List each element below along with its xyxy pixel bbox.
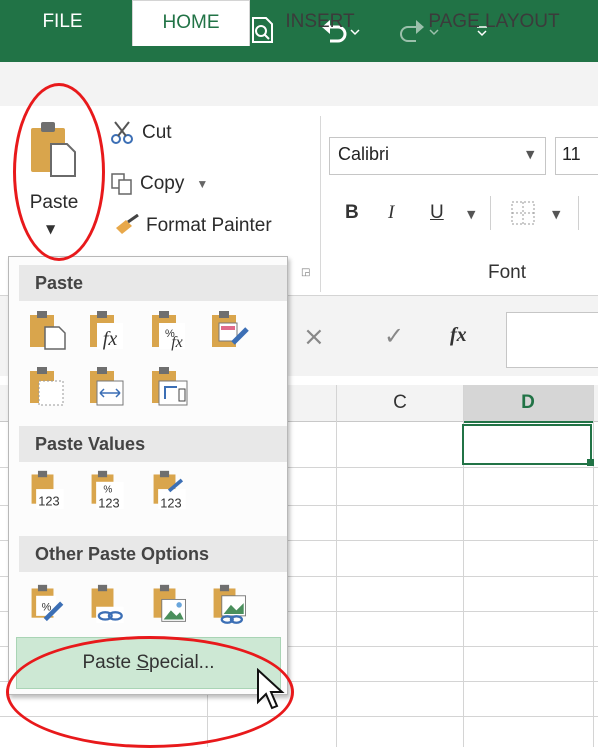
paste-formatting-icon[interactable]: % bbox=[27, 583, 69, 625]
tab-insert[interactable]: INSERT bbox=[270, 0, 370, 44]
copy-icon bbox=[111, 173, 132, 195]
bold-button[interactable]: B bbox=[345, 202, 359, 224]
paste-no-borders-icon[interactable] bbox=[27, 365, 69, 407]
font-family-value: Calibri bbox=[338, 144, 390, 164]
format-painter-button[interactable]: Format Painter bbox=[114, 214, 272, 238]
active-cell[interactable] bbox=[462, 424, 592, 465]
annotation-circle-paste bbox=[13, 83, 105, 261]
enter-icon[interactable]: ✓ bbox=[384, 322, 404, 350]
toolbar-divider bbox=[490, 196, 491, 230]
borders-icon[interactable] bbox=[510, 200, 536, 230]
cut-button[interactable]: Cut bbox=[110, 120, 172, 146]
italic-button[interactable]: I bbox=[388, 202, 394, 224]
menu-section-other-paste-options: Other Paste Options bbox=[19, 536, 287, 572]
paste-options-menu: Paste fx % fx Paste Values 123 % 123 123 O… bbox=[8, 256, 288, 695]
svg-text:123: 123 bbox=[160, 495, 181, 510]
font-size-value: 11 bbox=[562, 144, 581, 164]
chevron-down-icon[interactable]: ▼ bbox=[526, 148, 534, 161]
formula-input[interactable] bbox=[506, 312, 598, 368]
font-family-select[interactable]: Calibri ▼ bbox=[329, 137, 546, 175]
svg-text:fx: fx bbox=[103, 328, 118, 350]
paste-formulas-icon[interactable]: fx bbox=[87, 309, 129, 351]
chevron-down-icon[interactable]: ▼ bbox=[467, 208, 475, 221]
svg-text:fx: fx bbox=[171, 334, 183, 351]
cut-label: Cut bbox=[142, 122, 172, 143]
dialog-launcher-icon[interactable]: ◲ bbox=[301, 267, 310, 278]
column-header-d[interactable]: D bbox=[463, 385, 593, 423]
underline-button[interactable]: U bbox=[430, 202, 444, 224]
scissors-icon bbox=[111, 121, 133, 144]
font-size-select[interactable]: 11 bbox=[555, 137, 598, 175]
svg-text:%: % bbox=[103, 485, 112, 496]
svg-text:123: 123 bbox=[98, 495, 119, 510]
ribbon-tab-bar bbox=[0, 62, 598, 107]
grid-line bbox=[336, 385, 337, 747]
paste-values-number-formatting-icon[interactable]: %123 bbox=[87, 469, 129, 511]
paste-values-icon[interactable]: 123 bbox=[27, 469, 69, 511]
tab-page-layout[interactable]: PAGE LAYOUT bbox=[404, 0, 584, 44]
chevron-down-icon[interactable]: ▼ bbox=[552, 208, 560, 221]
grid-line bbox=[593, 385, 594, 747]
svg-text:123: 123 bbox=[38, 494, 59, 509]
paintbrush-icon bbox=[116, 214, 139, 234]
ribbon-group-divider bbox=[320, 116, 321, 292]
menu-section-paste: Paste bbox=[19, 265, 287, 301]
paste-icon[interactable] bbox=[27, 309, 69, 351]
paste-link-icon[interactable] bbox=[87, 583, 129, 625]
chevron-down-icon: ▼ bbox=[196, 177, 209, 191]
format-painter-label: Format Painter bbox=[146, 215, 272, 236]
keep-source-column-widths-icon[interactable] bbox=[87, 365, 129, 407]
fill-handle[interactable] bbox=[587, 459, 594, 466]
paste-picture-icon[interactable] bbox=[149, 583, 191, 625]
menu-section-paste-values: Paste Values bbox=[19, 426, 287, 462]
column-header-c[interactable]: C bbox=[337, 385, 463, 421]
paste-values-source-formatting-icon[interactable]: 123 bbox=[149, 469, 191, 511]
copy-button[interactable]: Copy ▼ bbox=[110, 172, 208, 196]
transpose-icon[interactable] bbox=[149, 365, 191, 407]
insert-function-icon[interactable]: fx bbox=[450, 324, 467, 347]
toolbar-divider bbox=[578, 196, 579, 230]
copy-label: Copy bbox=[140, 173, 185, 194]
font-group-label: Font bbox=[488, 262, 527, 283]
linked-picture-icon[interactable] bbox=[209, 583, 251, 625]
paste-formulas-number-formatting-icon[interactable]: %fx bbox=[149, 309, 191, 351]
annotation-circle-paste-special bbox=[6, 636, 294, 748]
tab-home[interactable]: HOME bbox=[132, 0, 250, 46]
tab-file[interactable]: FILE bbox=[0, 0, 125, 44]
cancel-icon[interactable]: × bbox=[303, 322, 325, 352]
keep-source-formatting-icon[interactable] bbox=[209, 309, 251, 351]
